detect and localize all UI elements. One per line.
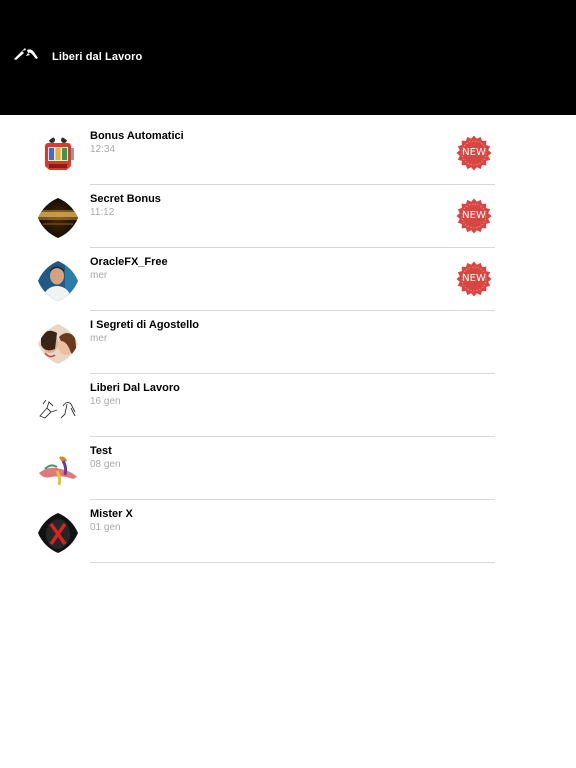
chat-name: Bonus Automatici (90, 130, 184, 142)
chat-row-test[interactable]: Test 08 gen (0, 437, 576, 500)
chat-row-secret-bonus[interactable]: Secret Bonus 11:12 NEW (0, 185, 576, 248)
new-badge: NEW (456, 135, 492, 171)
new-badge: NEW (456, 261, 492, 297)
chat-name: Test (90, 445, 112, 457)
chat-name: Liberi Dal Lavoro (90, 382, 180, 394)
new-badge-label: NEW (462, 273, 486, 284)
chat-list: Bonus Automatici 12:34 NEW Secret Bonus … (0, 122, 576, 563)
chat-row-bonus-automatici[interactable]: Bonus Automatici 12:34 NEW (0, 122, 576, 185)
top-bar: Liberi dal Lavoro (0, 0, 576, 115)
chat-row-i-segreti-di-agostello[interactable]: I Segreti di Agostello mer (0, 311, 576, 374)
whisper-portrait-avatar (37, 323, 79, 365)
chat-time: 12:34 (90, 144, 116, 155)
new-badge-label: NEW (462, 147, 486, 158)
channel-title: Liberi dal Lavoro (52, 51, 143, 63)
new-badge-label: NEW (462, 210, 486, 221)
chat-time: 16 gen (90, 396, 121, 407)
chat-row-oraclefx-free[interactable]: OracleFX_Free mer NEW (0, 248, 576, 311)
gold-text-avatar (37, 197, 79, 239)
chat-name: Secret Bonus (90, 193, 161, 205)
slot-machine-avatar (37, 134, 79, 176)
quill-logo-icon (12, 46, 40, 62)
sketch-avatar (37, 386, 79, 428)
row-divider (90, 562, 495, 563)
chat-name: I Segreti di Agostello (90, 319, 199, 331)
chat-time: 11:12 (90, 207, 115, 218)
new-badge: NEW (456, 198, 492, 234)
chat-time: 08 gen (90, 459, 121, 470)
chat-name: OracleFX_Free (90, 256, 168, 268)
chat-row-liberi-dal-lavoro[interactable]: Liberi Dal Lavoro 16 gen (0, 374, 576, 437)
red-x-avatar (37, 512, 79, 554)
man-portrait-avatar (37, 260, 79, 302)
colorful-figure-avatar (37, 449, 79, 491)
chat-name: Mister X (90, 508, 133, 520)
chat-time: mer (90, 270, 108, 281)
app-screen: Liberi dal Lavoro Bonus Automatici 12:34… (0, 0, 576, 768)
chat-time: 01 gen (90, 522, 121, 533)
chat-row-mister-x[interactable]: Mister X 01 gen (0, 500, 576, 563)
chat-time: mer (90, 333, 108, 344)
